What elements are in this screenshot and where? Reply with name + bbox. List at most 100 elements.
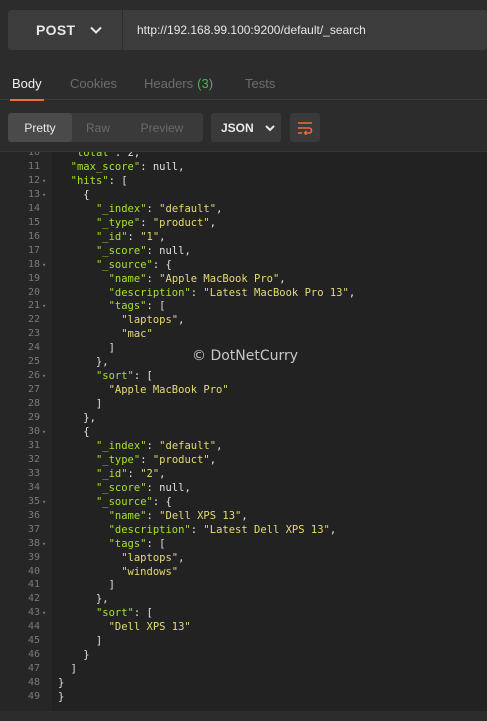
code-text: "sort": [ [95,370,153,383]
wrap-lines-button[interactable] [290,113,320,142]
line-number: 21 [27,300,40,312]
line-number: 26 [27,370,40,382]
url-input[interactable]: http://192.168.99.100:9200/default/_sear… [123,23,366,37]
line-number: 42 [27,593,40,605]
code-line: 28 ] [0,397,487,411]
code-text: { [58,426,90,438]
line-number: 14 [27,202,40,214]
code-line: 13 ▾ { [0,188,487,202]
code-text: "Dell XPS 13" [108,621,191,634]
fold-toggle-icon[interactable]: ▾ [42,495,50,509]
line-number: 37 [27,523,40,535]
line-number: 44 [27,621,40,633]
code-line: 48} [0,676,487,690]
line-number: 20 [27,286,40,298]
line-number: 32 [27,453,40,465]
pretty-button[interactable]: Pretty [8,113,72,142]
line-number: 19 [27,272,40,284]
line-number: 15 [27,216,40,228]
code-line: 15 "_type": "product", [0,216,487,230]
code-text: } [58,649,90,662]
line-number: 48 [27,677,40,689]
code-text: "_score": null, [95,481,191,494]
chevron-down-icon [264,124,275,131]
code-line: 22 "laptops", [0,313,487,327]
line-number: 43 [27,607,40,619]
tab-tests[interactable]: Tests [245,68,275,100]
tab-body[interactable]: Body [10,68,44,101]
code-text: "_index": "default", [95,439,223,452]
code-text: ] [58,398,103,411]
code-text: "windows" [121,565,179,578]
code-text: "_id": "2", [95,467,166,480]
code-text: "_source": { [95,495,172,508]
line-number: 24 [27,342,40,354]
code-line: 36 "name": "Dell XPS 13", [0,509,487,523]
method-dropdown[interactable]: POST [8,10,123,50]
code-line: 33 "_id": "2", [0,467,487,481]
code-line: 16 "_id": "1", [0,230,487,244]
line-number: 29 [27,412,40,424]
line-number: 28 [27,398,40,410]
line-number: 18 [27,258,40,270]
code-text: ] [58,663,77,676]
code-line: 38 ▾ "tags": [ [0,537,487,551]
code-text: "name": "Dell XPS 13", [108,509,248,522]
code-text: "_type": "product", [95,453,217,466]
request-bar: POST http://192.168.99.100:9200/default/… [8,10,487,50]
wrap-lines-icon [298,121,313,135]
code-text: "Apple MacBook Pro" [108,384,229,397]
headers-count-badge: (3) [197,76,214,91]
code-line: 12 ▾ "hits": [ [0,174,487,188]
line-number: 40 [27,565,40,577]
line-number: 45 [27,635,40,647]
code-text: "_score": null, [95,244,191,257]
preview-button[interactable]: Preview [128,113,196,142]
line-number: 35 [27,495,40,507]
code-line: 42 }, [0,592,487,606]
code-line: 29 }, [0,411,487,425]
line-number: 12 [27,174,40,186]
code-text: "max_score": null, [70,160,185,173]
fold-toggle-icon[interactable]: ▾ [42,174,50,188]
code-text: "description": "Latest Dell XPS 13", [108,523,337,536]
fold-toggle-icon[interactable]: ▾ [42,299,50,313]
line-number: 34 [27,481,40,493]
method-label: POST [36,22,76,38]
line-number: 23 [27,328,40,340]
code-line: 20 "description": "Latest MacBook Pro 13… [0,286,487,300]
code-line: 10 "total": 2, [0,151,487,160]
code-line: 44 "Dell XPS 13" [0,620,487,634]
line-number: 10 [27,151,40,158]
code-text: "_index": "default", [95,202,223,215]
code-text: "tags": [ [108,537,166,550]
line-number: 22 [27,314,40,326]
fold-toggle-icon[interactable]: ▾ [42,425,50,439]
tab-cookies-label: Cookies [70,76,117,91]
response-toolbar: Pretty Raw Preview JSON [0,113,487,143]
tab-headers[interactable]: Headers (3) [144,68,213,100]
code-text: "tags": [ [108,300,166,313]
tab-cookies[interactable]: Cookies [70,68,117,100]
response-tabs: Body Cookies Headers (3) Tests [0,68,487,101]
code-line: 14 "_index": "default", [0,202,487,216]
fold-toggle-icon[interactable]: ▾ [42,258,50,272]
line-number: 41 [27,579,40,591]
fold-toggle-icon[interactable]: ▾ [42,606,50,620]
code-line: 49} [0,690,487,704]
fold-toggle-icon[interactable]: ▾ [42,537,50,551]
line-number: 39 [27,551,40,563]
fold-toggle-icon[interactable]: ▾ [42,369,50,383]
code-line: 47 ] [0,662,487,676]
code-line: 21 ▾ "tags": [ [0,299,487,313]
tab-tests-label: Tests [245,76,276,91]
code-line: 40 "windows" [0,565,487,579]
code-text: }, [58,356,109,369]
response-body-editor[interactable]: 10 "total": 2, 11 "max_score": null, 12 ▾ "… [0,151,487,711]
line-number: 47 [27,663,40,675]
code-line: 32 "_type": "product", [0,453,487,467]
format-dropdown[interactable]: JSON [211,113,281,142]
raw-button[interactable]: Raw [74,113,122,142]
fold-toggle-icon[interactable]: ▾ [42,188,50,202]
code-text: } [58,691,65,704]
